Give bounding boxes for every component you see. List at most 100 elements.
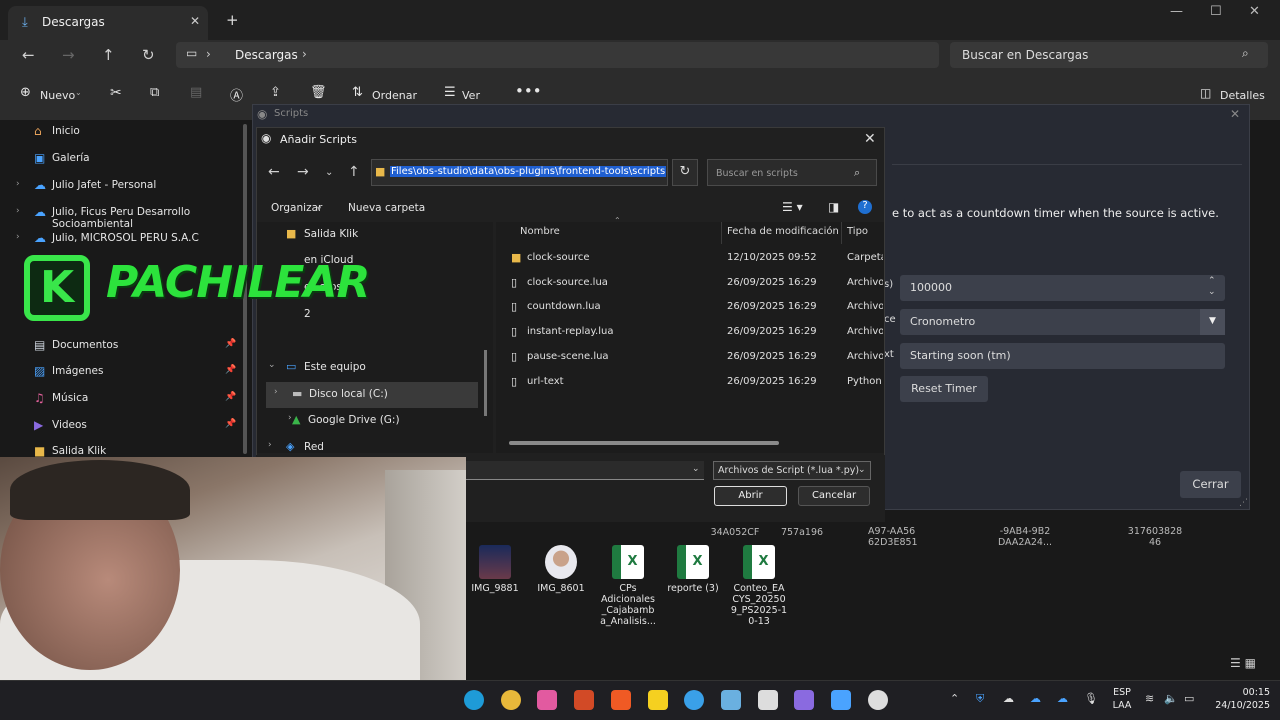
back-icon[interactable]: ←	[268, 164, 280, 180]
edge-icon[interactable]	[464, 690, 484, 710]
forward-icon[interactable]: →	[297, 164, 309, 180]
volume-icon[interactable]: 🔈	[1164, 692, 1178, 705]
cancel-button[interactable]: Cancelar	[798, 486, 870, 506]
sidebar-item-1[interactable]: ▣ Galería	[20, 146, 250, 172]
wifi-icon[interactable]: ≋	[1145, 692, 1154, 705]
spin-down-icon[interactable]: ⌄	[1208, 287, 1216, 297]
view-button[interactable]: Ver	[462, 89, 480, 102]
file-row[interactable]: ▯ countdown.lua 26/09/2025 16:29 Archivo l	[508, 295, 884, 320]
help-icon[interactable]: ?	[858, 200, 872, 214]
chevron-down-icon[interactable]: ⌄	[268, 360, 276, 370]
show-hidden-icons-icon[interactable]: ⌃	[950, 692, 959, 705]
chevron-right-icon[interactable]: ›	[274, 387, 278, 397]
refresh-icon[interactable]: ↻	[142, 46, 155, 64]
resize-grip-icon[interactable]: ⋰	[1239, 498, 1248, 508]
search-input[interactable]: Buscar en Descargas ⌕	[950, 42, 1268, 68]
battery-icon[interactable]: ▭	[1184, 692, 1194, 705]
dialog-nav-item-0[interactable]: ■ Salida Klik	[266, 222, 478, 248]
close-icon[interactable]: ✕	[864, 131, 876, 147]
share-icon[interactable]: ⇪	[270, 85, 281, 100]
copilot-icon[interactable]	[794, 690, 815, 710]
path-text[interactable]: Files\obs-studio\data\obs-plugins\fronte…	[390, 166, 667, 177]
up-icon[interactable]: ↑	[102, 46, 115, 64]
chrome-icon[interactable]	[500, 690, 521, 710]
new-tab-icon[interactable]: +	[226, 11, 239, 29]
file-icon-item[interactable]: X Conteo_EA CYS_20250 9_PS2025-1 0-13	[728, 545, 790, 627]
new-button[interactable]: Nuevo	[40, 89, 75, 102]
file-row[interactable]: ▯ instant-replay.lua 26/09/2025 16:29 Archi…	[508, 320, 884, 345]
chevron-right-icon[interactable]: ›	[16, 232, 20, 242]
sidebar-item-0[interactable]: ⌂ Inicio	[20, 119, 250, 145]
up-icon[interactable]: ↑	[348, 164, 360, 180]
reset-timer-button[interactable]: Reset Timer	[900, 376, 988, 402]
office-icon[interactable]	[574, 690, 595, 710]
close-tab-icon[interactable]: ✕	[190, 14, 200, 28]
clock[interactable]: 00:15 24/10/2025	[1212, 686, 1270, 712]
dialog-nav-item-5[interactable]: › ▬ Disco local (C:)	[266, 382, 478, 408]
cut-icon[interactable]: ✂	[110, 85, 122, 101]
close-button[interactable]: Cerrar	[1180, 471, 1241, 498]
sidebar-item-6[interactable]: ▨ Imágenes 📌	[20, 359, 250, 385]
preview-pane-icon[interactable]: ◨	[828, 200, 839, 214]
copy-icon[interactable]: ⧉	[150, 85, 159, 100]
delete-icon[interactable]: 🗑	[310, 85, 327, 100]
itunes-icon[interactable]	[537, 690, 558, 710]
file-type-select[interactable]: Archivos de Script (*.lua *.py) ⌄	[713, 461, 871, 480]
file-row[interactable]: ▯ pause-scene.lua 26/09/2025 16:29 Archivo …	[508, 345, 884, 370]
file-icon-item[interactable]: Xreporte (3)	[662, 545, 724, 594]
language-indicator[interactable]: ESP LAA	[1110, 686, 1134, 712]
sort-button[interactable]: Ordenar	[372, 89, 417, 102]
duration-spinbox[interactable]: 100000 ⌃ ⌄	[900, 275, 1225, 301]
more-options-icon[interactable]: •••	[515, 82, 542, 100]
chevron-right-icon[interactable]: ›	[268, 440, 272, 450]
onedrive-icon[interactable]: ☁	[1030, 692, 1041, 705]
rename-icon[interactable]: Ⓐ	[230, 85, 243, 104]
recent-locations-icon[interactable]: ⌄	[325, 167, 333, 178]
minimize-icon[interactable]: —	[1170, 4, 1183, 19]
dialog-nav-item-6[interactable]: › ▲ Google Drive (G:)	[280, 408, 492, 434]
sticky-notes-icon[interactable]	[647, 690, 668, 710]
chevron-right-icon[interactable]: ›	[16, 206, 20, 216]
obs-icon[interactable]	[867, 690, 888, 710]
details-button[interactable]: Detalles	[1220, 89, 1265, 102]
sidebar-item-3[interactable]: › ☁ Julio, Ficus Peru Desarrollo Socioambi…	[16, 200, 250, 230]
breadcrumb[interactable]: Descargas	[235, 48, 298, 62]
chevron-right-icon[interactable]: ›	[302, 47, 307, 61]
sidebar-item-7[interactable]: ♫ Música 📌	[20, 386, 250, 412]
close-window-icon[interactable]: ✕	[1249, 4, 1260, 19]
view-toggle-icons[interactable]: ☰ ▦	[1230, 656, 1256, 670]
view-menu-icon[interactable]: ☰ ▾	[782, 200, 803, 214]
file-icon-item[interactable]: IMG_9881	[464, 545, 526, 594]
source-select[interactable]: Cronometro ▼	[900, 309, 1225, 335]
file-icon-item[interactable]: X CPs Adicionales _Cajabamb a_Analisis...	[597, 545, 659, 627]
cloud-sync-icon[interactable]: ☁	[1003, 692, 1014, 705]
file-row[interactable]: ▯ url-text 26/09/2025 16:29 Python F	[508, 370, 884, 395]
file-icon-item[interactable]: IMG_8601	[530, 545, 592, 594]
brave-icon[interactable]	[610, 690, 631, 710]
dialog-nav-item-4[interactable]: ⌄ ▭ Este equipo	[266, 355, 478, 381]
column-type[interactable]: Tipo	[847, 226, 868, 237]
chevron-down-icon[interactable]: ▼	[1200, 309, 1225, 335]
final-text-input[interactable]: Starting soon (tm)	[900, 343, 1225, 369]
photos-icon[interactable]	[720, 690, 741, 710]
close-icon[interactable]: ✕	[1230, 107, 1240, 121]
tab-descargas[interactable]: ⤓ Descargas ✕	[8, 6, 208, 40]
paste-icon[interactable]: ▤	[190, 85, 202, 100]
dialog-search-input[interactable]: Buscar en scripts ⌕	[707, 159, 877, 186]
chevron-right-icon[interactable]: ›	[16, 179, 20, 189]
column-separator[interactable]	[841, 222, 842, 244]
refresh-icon[interactable]: ↻	[672, 159, 698, 186]
maximize-icon[interactable]: ☐	[1210, 4, 1222, 19]
microphone-icon[interactable]: 🎙	[1084, 692, 1098, 705]
spin-up-icon[interactable]: ⌃	[1208, 276, 1216, 286]
column-modified[interactable]: Fecha de modificación	[727, 226, 839, 237]
onedrive-business-icon[interactable]: ☁	[1057, 692, 1068, 705]
snipping-tool-icon[interactable]	[757, 690, 778, 710]
file-row[interactable]: ▯ clock-source.lua 26/09/2025 16:29 Archivo	[508, 271, 884, 296]
column-separator[interactable]	[721, 222, 722, 244]
horizontal-scrollbar[interactable]	[509, 441, 779, 445]
file-row[interactable]: ■ clock-source 12/10/2025 09:52 Carpeta	[508, 246, 884, 271]
open-button[interactable]: Abrir	[714, 486, 787, 506]
defender-icon[interactable]: ⛨	[976, 692, 984, 706]
back-icon[interactable]: ←	[22, 46, 35, 64]
